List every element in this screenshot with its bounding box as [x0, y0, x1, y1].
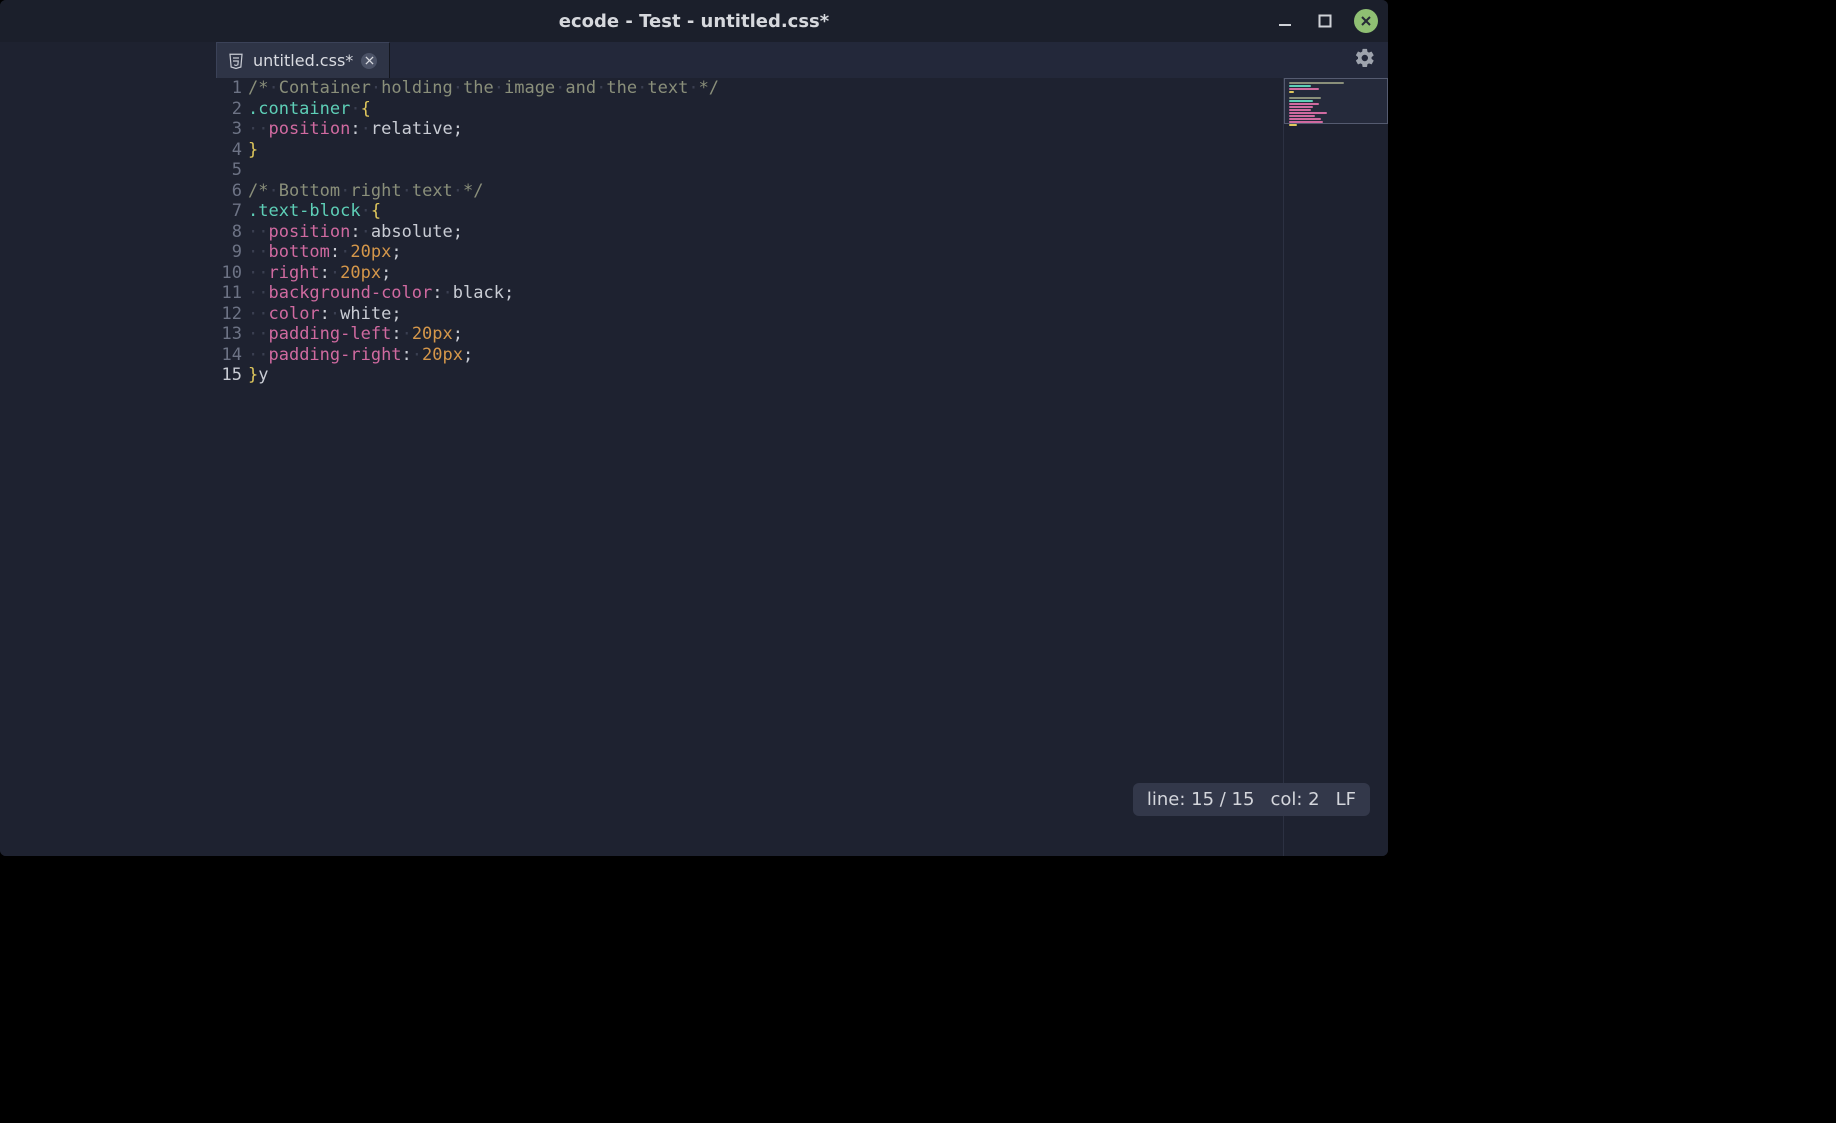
main-area: untitled.css* 123456789101112131415 /*·C…: [0, 42, 1388, 856]
code-line[interactable]: /*·Bottom·right·text·*/: [248, 181, 1283, 202]
line-number[interactable]: 7: [216, 201, 242, 222]
minimap-line: [1289, 118, 1321, 120]
app-window: ecode - Test - untitled.css*: [0, 0, 1388, 856]
code-line[interactable]: ··color:·white;: [248, 304, 1283, 325]
minimap-line: [1289, 121, 1323, 123]
code-line[interactable]: ··bottom:·20px;: [248, 242, 1283, 263]
status-line[interactable]: line: 15 / 15: [1147, 789, 1255, 810]
line-number[interactable]: 14: [216, 345, 242, 366]
line-number[interactable]: 5: [216, 160, 242, 181]
minimap-line: [1289, 124, 1297, 126]
minimap-line: [1289, 85, 1311, 87]
close-icon: [365, 56, 374, 65]
line-number[interactable]: 11: [216, 283, 242, 304]
line-number[interactable]: 1: [216, 78, 242, 99]
line-number[interactable]: 13: [216, 324, 242, 345]
minimap-line: [1289, 103, 1319, 105]
window-controls: [1274, 0, 1378, 42]
code-line[interactable]: ··background-color:·black;: [248, 283, 1283, 304]
line-number[interactable]: 4: [216, 140, 242, 161]
maximize-button[interactable]: [1314, 10, 1336, 32]
editor-column: untitled.css* 123456789101112131415 /*·C…: [216, 42, 1388, 856]
minimize-icon: [1277, 13, 1293, 29]
tab-untitled-css[interactable]: untitled.css*: [216, 42, 390, 78]
code-line[interactable]: .text-block·{: [248, 201, 1283, 222]
minimap-line: [1289, 88, 1319, 90]
minimap-viewport[interactable]: [1284, 78, 1388, 124]
minimap-line: [1289, 91, 1294, 93]
line-number[interactable]: 6: [216, 181, 242, 202]
status-col[interactable]: col: 2: [1270, 789, 1319, 810]
line-number[interactable]: 3: [216, 119, 242, 140]
tab-close-button[interactable]: [361, 53, 377, 69]
minimap[interactable]: [1284, 78, 1388, 856]
minimap-line: [1289, 115, 1315, 117]
status-bar[interactable]: line: 15 / 15 col: 2 LF: [1133, 783, 1370, 816]
line-number[interactable]: 10: [216, 263, 242, 284]
minimap-line: [1289, 109, 1311, 111]
code-line[interactable]: ··right:·20px;: [248, 263, 1283, 284]
code-editor[interactable]: 123456789101112131415 /*·Container·holdi…: [216, 78, 1388, 856]
code-line[interactable]: }: [248, 140, 1283, 161]
code-line[interactable]: ··position:·relative;: [248, 119, 1283, 140]
code-content[interactable]: /*·Container·holding·the·image·and·the·t…: [246, 78, 1283, 856]
status-eol[interactable]: LF: [1336, 789, 1356, 810]
code-line[interactable]: }y: [248, 365, 1283, 386]
minimap-line: [1289, 112, 1327, 114]
code-line[interactable]: ··position:·absolute;: [248, 222, 1283, 243]
titlebar[interactable]: ecode - Test - untitled.css*: [0, 0, 1388, 42]
code-line[interactable]: ··padding-left:·20px;: [248, 324, 1283, 345]
minimize-button[interactable]: [1274, 10, 1296, 32]
line-number[interactable]: 2: [216, 99, 242, 120]
line-number[interactable]: 8: [216, 222, 242, 243]
code-line[interactable]: .container·{: [248, 99, 1283, 120]
line-number[interactable]: 12: [216, 304, 242, 325]
code-line[interactable]: [248, 160, 1283, 181]
gear-icon: [1354, 47, 1376, 69]
close-button[interactable]: [1354, 9, 1378, 33]
line-number-gutter[interactable]: 123456789101112131415: [216, 78, 246, 856]
side-panel[interactable]: [0, 42, 216, 856]
close-icon: [1360, 15, 1372, 27]
settings-button[interactable]: [1354, 47, 1376, 73]
css-file-icon: [227, 52, 245, 70]
tab-label: untitled.css*: [253, 51, 353, 70]
line-number[interactable]: 9: [216, 242, 242, 263]
minimap-line: [1289, 97, 1321, 99]
maximize-icon: [1318, 14, 1332, 28]
tab-bar[interactable]: untitled.css*: [216, 42, 1388, 78]
minimap-line: [1289, 106, 1313, 108]
code-line[interactable]: /*·Container·holding·the·image·and·the·t…: [248, 78, 1283, 99]
code-line[interactable]: ··padding-right:·20px;: [248, 345, 1283, 366]
minimap-line: [1289, 100, 1313, 102]
minimap-line: [1289, 82, 1344, 84]
window-title: ecode - Test - untitled.css*: [559, 11, 829, 32]
line-number[interactable]: 15: [216, 365, 242, 386]
